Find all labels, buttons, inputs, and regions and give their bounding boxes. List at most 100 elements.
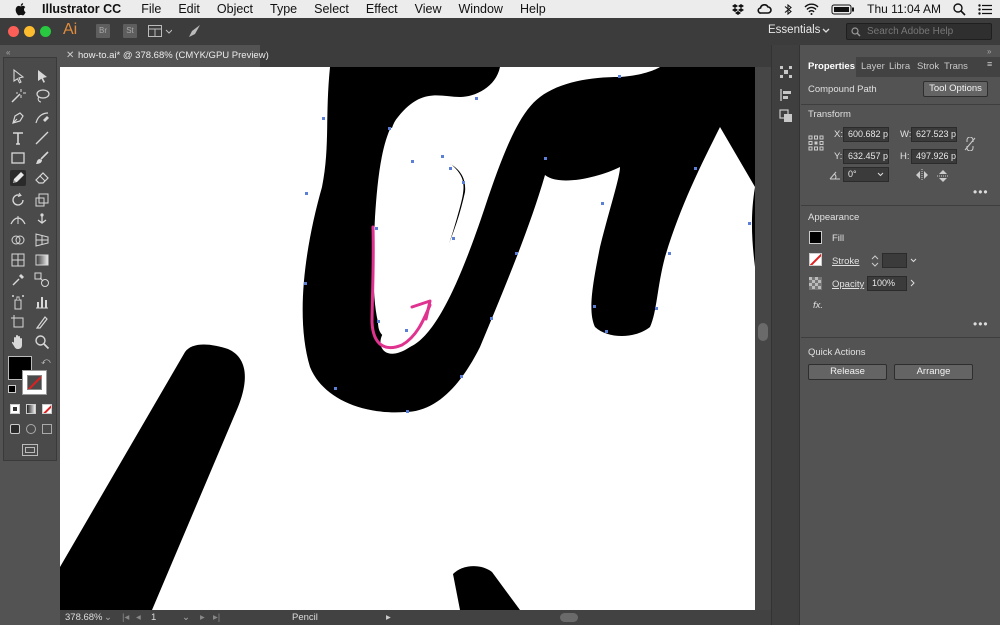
- menu-object[interactable]: Object: [217, 2, 253, 16]
- gradient-mode-icon[interactable]: [26, 404, 36, 414]
- line-segment-tool-icon[interactable]: [34, 130, 50, 146]
- arrange-button[interactable]: Arrange: [894, 364, 973, 380]
- align-panel-icon[interactable]: [779, 88, 793, 102]
- stroke-color-swatch[interactable]: [809, 253, 822, 266]
- flip-horizontal-icon[interactable]: [915, 169, 929, 181]
- draw-inside-icon[interactable]: [42, 424, 52, 434]
- bluetooth-icon[interactable]: [784, 3, 793, 16]
- opacity-label[interactable]: Opacity: [832, 279, 864, 290]
- swap-fill-stroke-icon[interactable]: ⤺: [41, 356, 51, 367]
- hand-tool-icon[interactable]: [10, 334, 26, 350]
- tab-properties[interactable]: Properties: [801, 57, 856, 77]
- canvas-vertical-scrollbar[interactable]: [755, 67, 771, 610]
- stock-icon[interactable]: St: [123, 24, 137, 38]
- pencil-tool-icon[interactable]: [10, 170, 26, 186]
- paintbrush-tool-icon[interactable]: [34, 150, 50, 166]
- zoom-tool-icon[interactable]: [34, 334, 50, 350]
- gpu-performance-icon[interactable]: [188, 24, 202, 38]
- rectangle-tool-icon[interactable]: [10, 150, 26, 166]
- zoom-level[interactable]: 378.68%: [65, 612, 103, 623]
- scale-tool-icon[interactable]: [34, 192, 50, 208]
- draw-normal-icon[interactable]: [10, 424, 20, 434]
- stroke-swatch[interactable]: [22, 370, 47, 395]
- column-graph-tool-icon[interactable]: [34, 294, 50, 310]
- menu-file[interactable]: File: [141, 2, 161, 16]
- horizontal-scrollbar-thumb[interactable]: [560, 613, 578, 622]
- workspace-switcher[interactable]: Essentials: [768, 24, 820, 36]
- color-mode-icon[interactable]: [10, 404, 20, 414]
- artwork[interactable]: [60, 67, 755, 610]
- menu-view[interactable]: View: [415, 2, 442, 16]
- menu-help[interactable]: Help: [520, 2, 546, 16]
- draw-behind-icon[interactable]: [26, 424, 36, 434]
- adobe-help-search-input[interactable]: Search Adobe Help: [846, 23, 992, 40]
- reference-point-icon[interactable]: [808, 135, 824, 151]
- tab-stroke[interactable]: Strok: [917, 57, 941, 77]
- shape-builder-tool-icon[interactable]: [10, 232, 26, 248]
- opacity-expand-icon[interactable]: [910, 279, 915, 287]
- workspace-chevron-down-icon[interactable]: [822, 28, 830, 34]
- menubar-clock[interactable]: Thu 11:04 AM: [867, 2, 941, 16]
- last-artboard-icon[interactable]: ▸|: [213, 612, 220, 623]
- height-field[interactable]: 497.926 p: [911, 149, 957, 164]
- mesh-tool-icon[interactable]: [10, 252, 26, 268]
- bridge-icon[interactable]: Br: [96, 24, 110, 38]
- artboard-canvas[interactable]: [60, 67, 755, 610]
- previous-artboard-icon[interactable]: ◂: [136, 612, 141, 623]
- selection-tool-icon[interactable]: [10, 68, 26, 84]
- menu-effect[interactable]: Effect: [366, 2, 398, 16]
- screen-mode-icon[interactable]: [22, 444, 38, 456]
- artboard-number[interactable]: 1: [151, 612, 156, 623]
- zoom-dropdown-icon[interactable]: ⌄: [104, 612, 112, 623]
- rotate-tool-icon[interactable]: [10, 192, 26, 208]
- tab-transparency[interactable]: Trans: [944, 57, 968, 77]
- fx-effects-button[interactable]: fx.: [813, 300, 823, 311]
- window-close-button[interactable]: [8, 26, 19, 37]
- apple-icon[interactable]: [14, 2, 28, 16]
- pen-tool-icon[interactable]: [10, 110, 26, 126]
- fill-color-swatch[interactable]: [809, 231, 822, 244]
- spotlight-search-icon[interactable]: [953, 2, 966, 16]
- window-minimize-button[interactable]: [24, 26, 35, 37]
- close-tab-icon[interactable]: ✕: [66, 45, 74, 67]
- menu-select[interactable]: Select: [314, 2, 349, 16]
- y-position-field[interactable]: 632.457 p: [843, 149, 889, 164]
- magic-wand-tool-icon[interactable]: [10, 88, 26, 104]
- stroke-weight-dropdown-icon[interactable]: [910, 258, 917, 263]
- perspective-grid-tool-icon[interactable]: [34, 232, 50, 248]
- artboard-tool-icon[interactable]: [10, 314, 26, 330]
- window-zoom-button[interactable]: [40, 26, 51, 37]
- panel-menu-icon[interactable]: ≡: [987, 59, 992, 69]
- blend-tool-icon[interactable]: [34, 272, 50, 288]
- lasso-tool-icon[interactable]: [34, 88, 50, 104]
- horizontal-scrollbar[interactable]: [400, 613, 755, 622]
- status-menu-icon[interactable]: ▸: [386, 612, 391, 623]
- creative-cloud-icon[interactable]: [757, 3, 772, 15]
- tool-options-button[interactable]: Tool Options: [923, 81, 988, 97]
- menu-type[interactable]: Type: [270, 2, 297, 16]
- wifi-icon[interactable]: [804, 3, 819, 15]
- dropbox-icon[interactable]: [731, 3, 745, 15]
- slice-tool-icon[interactable]: [34, 314, 50, 330]
- release-button[interactable]: Release: [808, 364, 887, 380]
- arrange-documents-icon[interactable]: [148, 25, 172, 37]
- collapse-panel-icon[interactable]: «: [6, 48, 10, 57]
- flip-vertical-icon[interactable]: [937, 169, 949, 183]
- direct-selection-tool-icon[interactable]: [34, 68, 50, 84]
- eraser-tool-icon[interactable]: [34, 170, 50, 186]
- type-tool-icon[interactable]: [10, 130, 26, 146]
- first-artboard-icon[interactable]: |◂: [122, 612, 129, 623]
- battery-icon[interactable]: [831, 4, 855, 15]
- menu-window[interactable]: Window: [459, 2, 503, 16]
- constrain-proportions-icon[interactable]: [964, 137, 976, 151]
- default-fill-stroke-icon[interactable]: [8, 385, 16, 393]
- stroke-weight-field[interactable]: [882, 253, 907, 268]
- curvature-tool-icon[interactable]: [34, 110, 50, 126]
- tab-layers[interactable]: Layer: [861, 57, 885, 77]
- transform-more-options-icon[interactable]: •••: [973, 185, 989, 199]
- eyedropper-tool-icon[interactable]: [10, 272, 26, 288]
- next-artboard-icon[interactable]: ▸: [200, 612, 205, 623]
- opacity-field[interactable]: 100%: [867, 276, 907, 291]
- menu-edit[interactable]: Edit: [178, 2, 200, 16]
- appearance-more-options-icon[interactable]: •••: [973, 317, 989, 331]
